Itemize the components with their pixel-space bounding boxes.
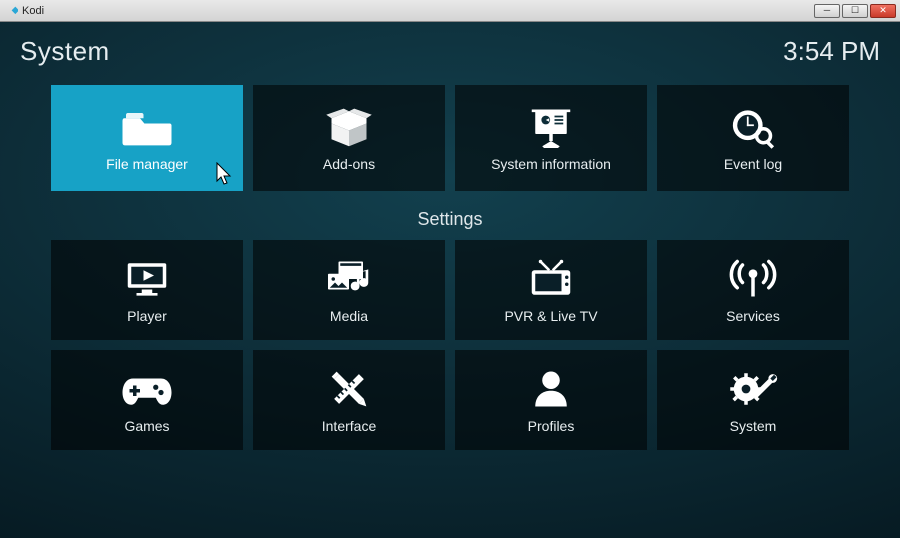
tile-games[interactable]: Games (51, 350, 243, 450)
presentation-icon (523, 104, 579, 150)
gear-wrench-icon (725, 366, 781, 412)
open-box-icon (321, 104, 377, 150)
tile-label: Services (726, 308, 780, 324)
gamepad-icon (119, 366, 175, 412)
tile-media[interactable]: Media (253, 240, 445, 340)
tile-player[interactable]: Player (51, 240, 243, 340)
header: System 3:54 PM (0, 22, 900, 67)
clock-search-icon (725, 104, 781, 150)
tile-pvr[interactable]: PVR & Live TV (455, 240, 647, 340)
tile-label: PVR & Live TV (504, 308, 597, 324)
tile-file-manager[interactable]: File manager (51, 85, 243, 191)
tile-label: File manager (106, 156, 188, 172)
media-library-icon (321, 256, 377, 302)
window-title: Kodi (22, 5, 44, 17)
settings-section-label: Settings (0, 209, 900, 230)
user-profile-icon (523, 366, 579, 412)
window-minimize-button[interactable]: ─ (814, 4, 840, 18)
tile-label: System information (491, 156, 611, 172)
page-title: System (20, 36, 110, 67)
clock: 3:54 PM (783, 36, 880, 67)
settings-row-1: Player Media (0, 240, 900, 340)
tile-interface[interactable]: Interface (253, 350, 445, 450)
tile-label: Games (124, 418, 169, 434)
tile-system-information[interactable]: System information (455, 85, 647, 191)
tile-label: Profiles (528, 418, 575, 434)
tile-label: Add-ons (323, 156, 375, 172)
window-close-button[interactable]: ✕ (870, 4, 896, 18)
window-maximize-button[interactable]: ☐ (842, 4, 868, 18)
tile-label: Media (330, 308, 368, 324)
tile-label: Player (127, 308, 167, 324)
window-titlebar: Kodi ─ ☐ ✕ (0, 0, 900, 22)
tv-antenna-icon (523, 256, 579, 302)
folder-icon (119, 104, 175, 150)
kodi-app-icon (4, 4, 18, 18)
tile-event-log[interactable]: Event log (657, 85, 849, 191)
settings-row-2: Games (0, 350, 900, 450)
tile-services[interactable]: Services (657, 240, 849, 340)
player-monitor-icon (119, 256, 175, 302)
kodi-client: System 3:54 PM File manager (0, 22, 900, 538)
top-tiles-row: File manager Add-ons (0, 85, 900, 191)
tile-add-ons[interactable]: Add-ons (253, 85, 445, 191)
pencil-ruler-icon (321, 366, 377, 412)
tile-label: Interface (322, 418, 376, 434)
tile-system[interactable]: System (657, 350, 849, 450)
tile-profiles[interactable]: Profiles (455, 350, 647, 450)
broadcast-antenna-icon (725, 256, 781, 302)
tile-label: System (730, 418, 777, 434)
tile-label: Event log (724, 156, 782, 172)
